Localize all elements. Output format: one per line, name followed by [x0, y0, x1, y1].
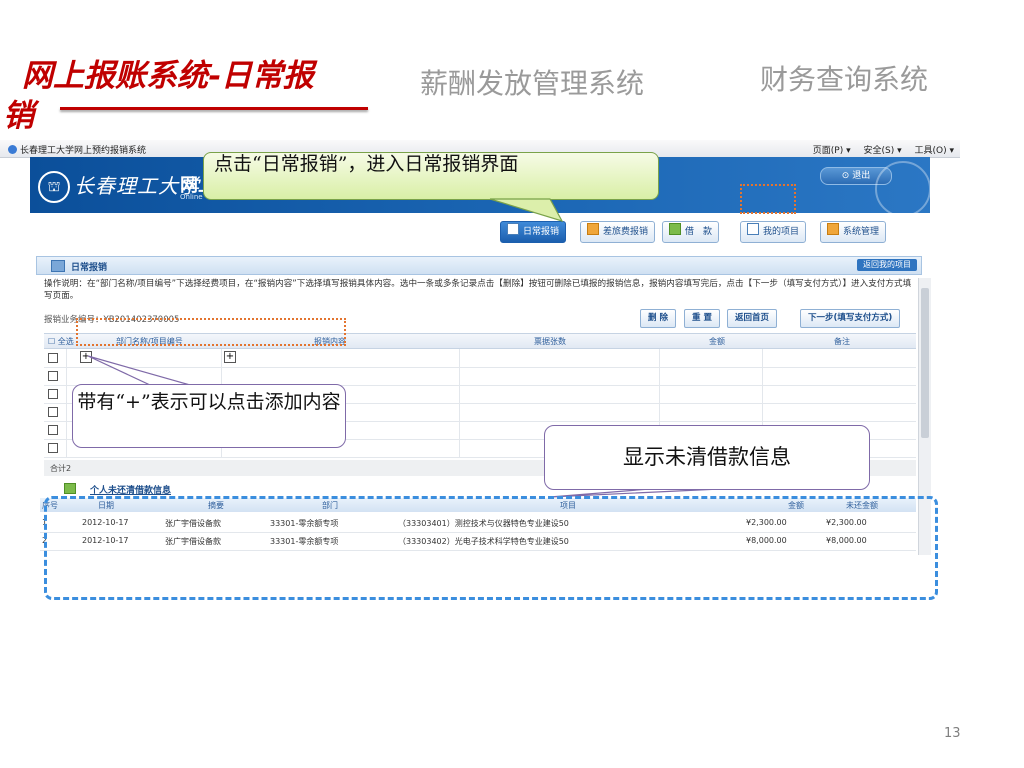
debt-highlight-box [44, 496, 938, 600]
callout-plus: 带有“+”表示可以点击添加内容 [72, 384, 346, 448]
callout-debt: 显示未清借款信息 [544, 425, 870, 490]
callout-daily-pointer [489, 198, 564, 223]
page-number: 13 [944, 726, 961, 741]
callout-plus-pointer [87, 355, 191, 386]
